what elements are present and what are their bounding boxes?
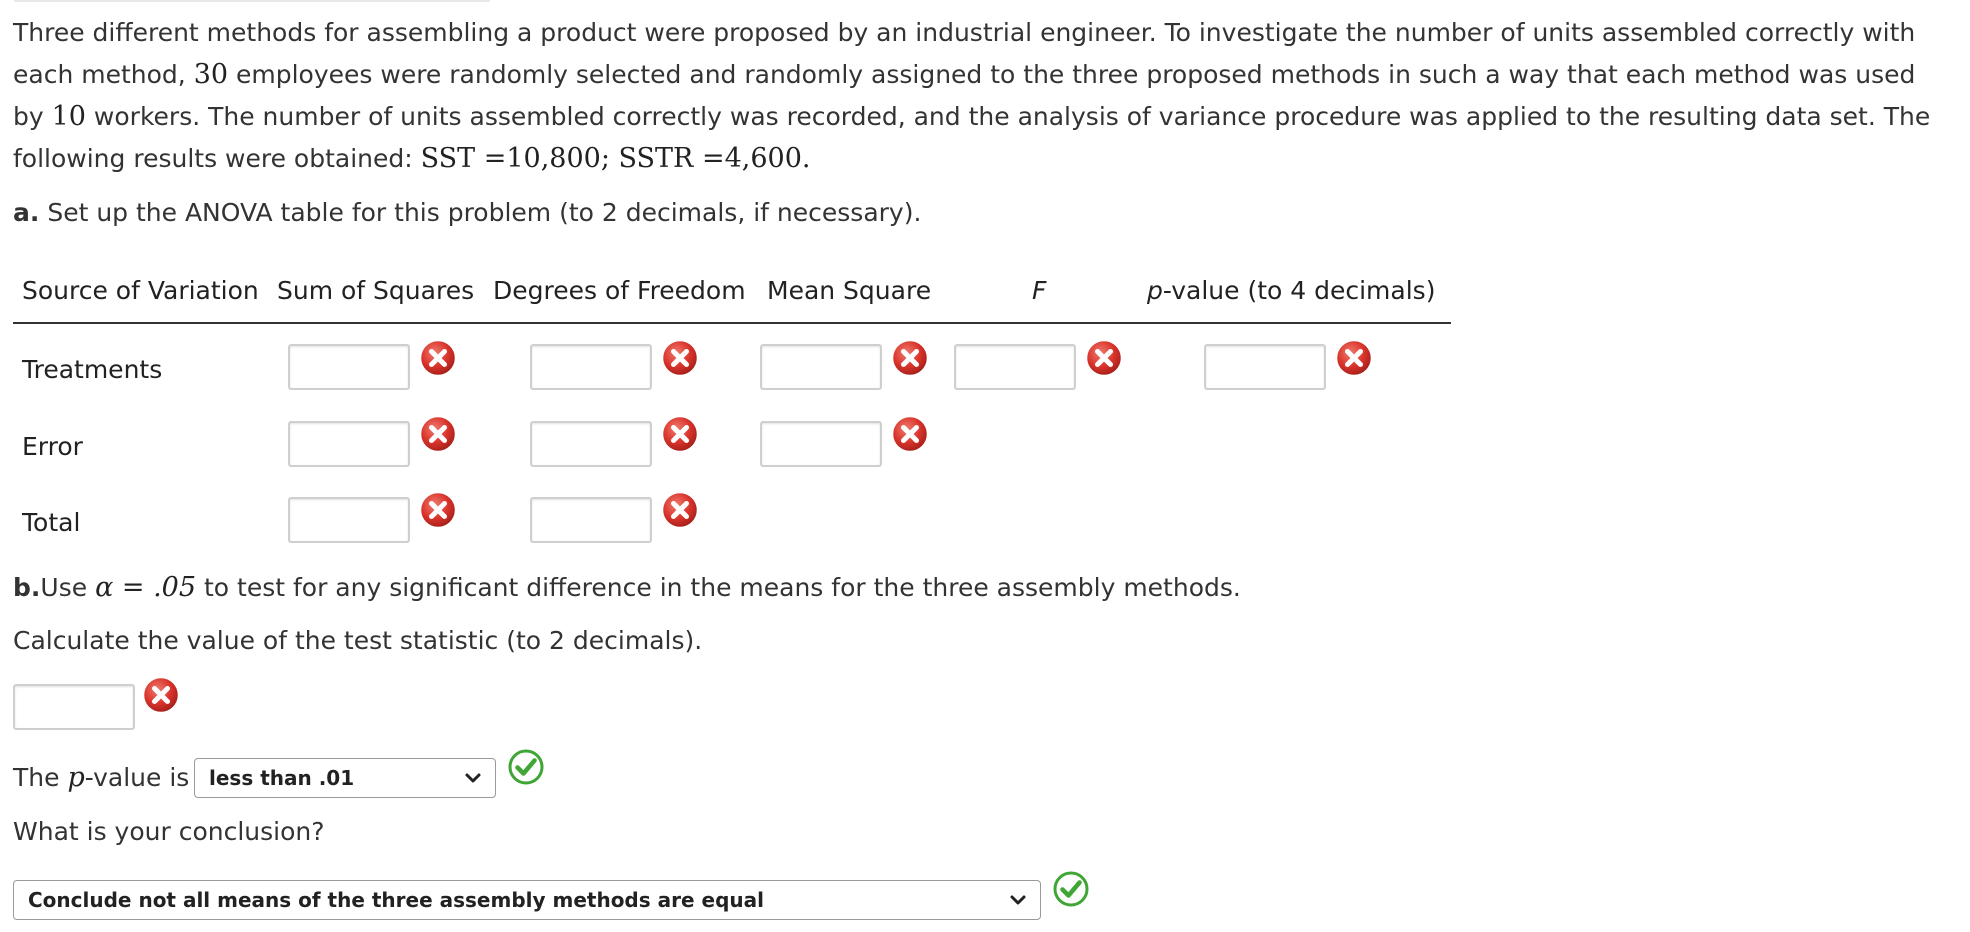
workers-count: 10 [51,101,86,132]
row-label-treatments: Treatments [22,355,163,384]
test-statistic-input[interactable] [13,684,135,730]
part-b-prompt: b.Use α = .05 to test for any significan… [13,572,1241,603]
correct-check-icon [507,748,545,786]
pvalue-text-post: -value is [84,763,190,792]
header-p-text: -value (to 4 decimals) [1162,276,1436,305]
table-header-rule [13,322,1451,324]
separator: ; [600,143,619,174]
incorrect-x-icon [1335,339,1373,377]
header-f: F [1032,276,1047,305]
incorrect-x-icon [891,339,929,377]
calc-prompt: Calculate the value of the test statisti… [13,626,703,655]
header-source-of-variation: Source of Variation [22,276,259,305]
sst-value: SST =10,800 [420,143,601,174]
period: . [801,143,811,174]
treatments-p-value-input[interactable] [1204,344,1326,390]
pvalue-select[interactable]: less than .01 [194,758,496,798]
header-p-letter: p [1147,276,1163,305]
chevron-down-icon [1008,881,1028,919]
chevron-down-icon [463,759,483,797]
error-ms-input[interactable] [760,421,882,467]
header-p-value: p-value (to 4 decimals) [1147,276,1435,305]
top-divider [14,0,490,2]
incorrect-x-icon [661,491,699,529]
incorrect-x-icon [891,415,929,453]
incorrect-x-icon [661,339,699,377]
total-ss-input[interactable] [288,497,410,543]
part-a-text: Set up the ANOVA table for this problem … [39,198,922,227]
pvalue-p-letter: p [67,762,85,793]
error-df-input[interactable] [530,421,652,467]
correct-check-icon [1052,870,1090,908]
total-df-input[interactable] [530,497,652,543]
part-b-text-pre: Use [40,573,96,602]
header-degrees-of-freedom: Degrees of Freedom [493,276,746,305]
alpha-expression: α = .05 [95,572,197,603]
sstr-value: SSTR =4,600 [618,143,802,174]
incorrect-x-icon [419,339,457,377]
incorrect-x-icon [661,415,699,453]
header-sum-of-squares: Sum of Squares [277,276,475,305]
part-b-label: b. [13,573,41,602]
error-ss-input[interactable] [288,421,410,467]
treatments-ss-input[interactable] [288,344,410,390]
part-b-text-post: to test for any significant difference i… [196,573,1241,602]
incorrect-x-icon [142,676,180,714]
pvalue-text-pre: The [13,763,68,792]
problem-statement: Three different methods for assembling a… [13,12,1953,180]
part-a-prompt: a. Set up the ANOVA table for this probl… [13,198,921,227]
conclusion-selected-option: Conclude not all means of the three asse… [28,888,764,912]
pvalue-selected-option: less than .01 [209,766,355,790]
incorrect-x-icon [419,491,457,529]
row-label-error: Error [22,432,83,461]
conclusion-question: What is your conclusion? [13,817,325,846]
incorrect-x-icon [419,415,457,453]
part-a-label: a. [13,198,40,227]
pvalue-question: The p-value is [13,762,189,793]
row-label-total: Total [22,508,81,537]
employees-count: 30 [193,59,229,90]
incorrect-x-icon [1085,339,1123,377]
treatments-ms-input[interactable] [760,344,882,390]
conclusion-select[interactable]: Conclude not all means of the three asse… [13,880,1041,920]
treatments-f-input[interactable] [954,344,1076,390]
intro-text-3: workers. The number of units assembled c… [13,102,1931,173]
question-page: Three different methods for assembling a… [0,0,1970,932]
header-mean-square: Mean Square [767,276,932,305]
treatments-df-input[interactable] [530,344,652,390]
